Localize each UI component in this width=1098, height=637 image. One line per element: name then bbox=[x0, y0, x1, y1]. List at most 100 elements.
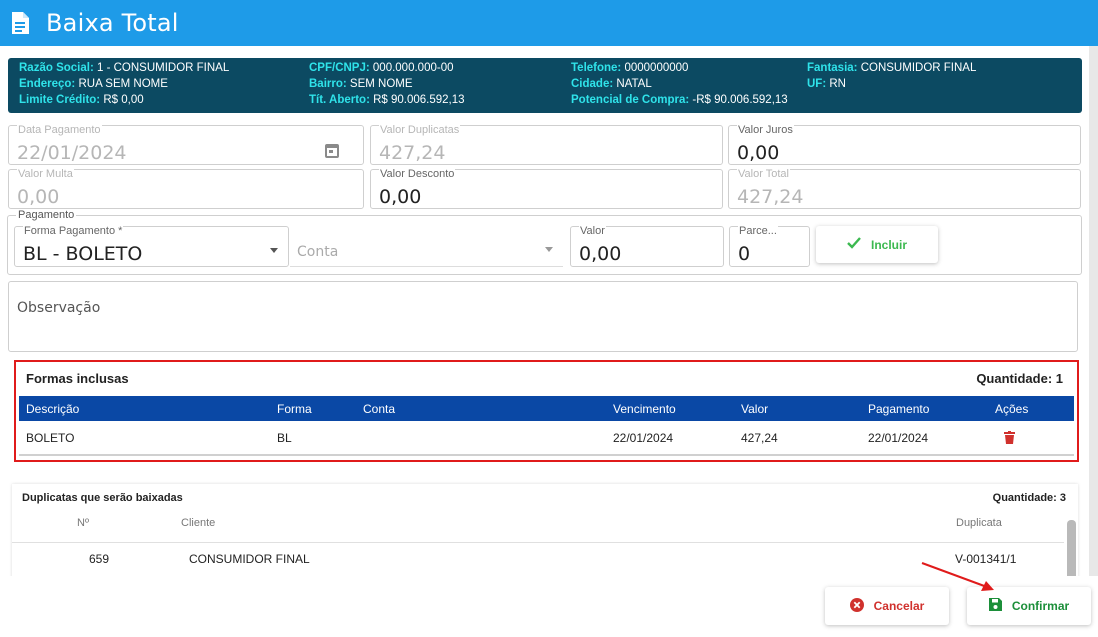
pagamento-group: Pagamento Forma Pagamento * BL - BOLETO … bbox=[7, 209, 1082, 275]
fantasia-label: Fantasia: bbox=[807, 62, 858, 74]
trash-icon[interactable] bbox=[1004, 431, 1015, 444]
cancelar-label: Cancelar bbox=[873, 599, 925, 613]
cidade-label: Cidade: bbox=[571, 78, 614, 90]
valor-desconto-field[interactable]: Valor Desconto 0,00 bbox=[370, 169, 723, 209]
limite-value: R$ 0,00 bbox=[103, 94, 144, 106]
row-forma: BL bbox=[277, 431, 292, 445]
valor-total-value: 427,24 bbox=[737, 186, 804, 208]
row-pagamento: 22/01/2024 bbox=[868, 431, 929, 445]
forma-pagamento-value: BL - BOLETO bbox=[23, 243, 143, 265]
razao-social-value: 1 - CONSUMIDOR FINAL bbox=[96, 62, 230, 74]
valor-duplicatas-label: Valor Duplicatas bbox=[379, 124, 461, 136]
parcelas-label: Parce... bbox=[738, 225, 778, 237]
potencial-value: -R$ 90.006.592,13 bbox=[692, 94, 788, 106]
valor-pagamento-value: 0,00 bbox=[579, 243, 622, 265]
document-icon bbox=[10, 11, 30, 35]
valor-total-field: Valor Total 427,24 bbox=[728, 169, 1081, 209]
observacao-textarea[interactable]: Observação bbox=[8, 281, 1078, 352]
valor-pagamento-field[interactable]: Valor 0,00 bbox=[570, 226, 724, 267]
conta-placeholder: Conta bbox=[297, 244, 339, 260]
valor-duplicatas-field: Valor Duplicatas 427,24 bbox=[370, 125, 723, 165]
confirmar-label: Confirmar bbox=[1011, 599, 1070, 613]
potencial-label: Potencial de Compra: bbox=[571, 94, 690, 106]
formas-inclusas-section: Formas inclusas Quantidade: 1 Descrição … bbox=[14, 360, 1079, 462]
endereco-label: Endereço: bbox=[19, 78, 76, 90]
page-scrollbar-track[interactable] bbox=[1089, 46, 1098, 576]
valor-desconto-value: 0,00 bbox=[379, 186, 422, 208]
formas-inclusas-quantity: Quantidade: 1 bbox=[976, 371, 1063, 386]
tft-value: R$ 90.006.592,13 bbox=[373, 94, 465, 106]
client-info-banner: Razão Social: 1 - CONSUMIDOR FINAL Ender… bbox=[8, 58, 1082, 113]
incluir-button[interactable]: Incluir bbox=[816, 226, 938, 263]
bairro: Bairro: SEM NOME bbox=[309, 78, 413, 90]
data-pagamento-field[interactable]: Data Pagamento 22/01/2024 bbox=[8, 125, 364, 165]
col-pagamento: Pagamento bbox=[868, 402, 930, 416]
cpf-value: 000.000.000-00 bbox=[372, 62, 454, 74]
formas-inclusas-title: Formas inclusas bbox=[26, 371, 129, 386]
cidade: Cidade: NATAL bbox=[571, 78, 652, 90]
incluir-label: Incluir bbox=[870, 237, 907, 252]
forma-pagamento-select[interactable]: Forma Pagamento * BL - BOLETO bbox=[14, 226, 289, 267]
conta-select[interactable]: Conta bbox=[290, 226, 563, 267]
col-conta: Conta bbox=[363, 402, 396, 416]
razao-social-label: Razão Social: bbox=[19, 62, 94, 74]
col-cliente: Cliente bbox=[181, 517, 216, 529]
cpf-cnpj: CPF/CNPJ: 000.000.000-00 bbox=[309, 62, 453, 74]
col-acoes: Ações bbox=[995, 402, 1029, 416]
cpf-label: CPF/CNPJ: bbox=[309, 62, 370, 74]
telefone-value: 0000000000 bbox=[624, 62, 689, 74]
valor-duplicatas-value: 427,24 bbox=[379, 142, 446, 164]
forma-pagamento-label: Forma Pagamento * bbox=[23, 225, 124, 237]
col-forma: Forma bbox=[277, 402, 312, 416]
uf-label: UF: bbox=[807, 78, 827, 90]
cancel-icon bbox=[849, 597, 864, 615]
bairro-label: Bairro: bbox=[309, 78, 347, 90]
col-numero: Nº bbox=[77, 517, 89, 529]
endereco-value: RUA SEM NOME bbox=[78, 78, 168, 90]
col-vencimento: Vencimento bbox=[613, 402, 676, 416]
valor-juros-label: Valor Juros bbox=[737, 124, 794, 136]
data-pagamento-label: Data Pagamento bbox=[17, 124, 102, 136]
divider bbox=[12, 542, 1064, 543]
valor-multa-field: Valor Multa 0,00 bbox=[8, 169, 364, 209]
fantasia-value: CONSUMIDOR FINAL bbox=[860, 62, 977, 74]
titulo-aberto: Tít. Aberto: R$ 90.006.592,13 bbox=[309, 94, 465, 106]
duplicatas-title: Duplicatas que serão baixadas bbox=[22, 492, 183, 504]
dialog-body: Razão Social: 1 - CONSUMIDOR FINAL Ender… bbox=[0, 46, 1089, 576]
valor-desconto-label: Valor Desconto bbox=[379, 168, 456, 180]
chevron-down-icon bbox=[270, 248, 278, 253]
uf: UF: RN bbox=[807, 78, 846, 90]
formas-table-header: Descrição Forma Conta Vencimento Valor P… bbox=[19, 396, 1074, 421]
calendar-icon[interactable] bbox=[325, 144, 339, 158]
parcelas-value: 0 bbox=[738, 243, 751, 265]
chevron-down-icon bbox=[545, 247, 553, 252]
save-icon bbox=[988, 598, 1002, 614]
valor-multa-value: 0,00 bbox=[17, 186, 60, 208]
tft-label: Tít. Aberto: bbox=[309, 94, 370, 106]
check-icon bbox=[847, 237, 861, 252]
annotation-arrow bbox=[921, 562, 994, 591]
telefone-label: Telefone: bbox=[571, 62, 622, 74]
scrollbar[interactable] bbox=[1067, 520, 1076, 576]
row-valor: 427,24 bbox=[741, 431, 778, 445]
title-bar: Baixa Total bbox=[0, 0, 1098, 46]
valor-juros-value: 0,00 bbox=[737, 142, 780, 164]
col-descricao: Descrição bbox=[26, 402, 80, 416]
row-vencimento: 22/01/2024 bbox=[613, 431, 674, 445]
telefone: Telefone: 0000000000 bbox=[571, 62, 688, 74]
observacao-placeholder: Observação bbox=[17, 300, 101, 316]
parcelas-field[interactable]: Parce... 0 bbox=[729, 226, 810, 267]
col-valor: Valor bbox=[741, 402, 769, 416]
duplicatas-quantity: Quantidade: 3 bbox=[992, 492, 1066, 504]
endereco: Endereço: RUA SEM NOME bbox=[19, 78, 168, 90]
data-pagamento-value: 22/01/2024 bbox=[17, 142, 127, 164]
valor-multa-label: Valor Multa bbox=[17, 168, 74, 180]
cidade-value: NATAL bbox=[616, 78, 652, 90]
bairro-value: SEM NOME bbox=[349, 78, 413, 90]
valor-total-label: Valor Total bbox=[737, 168, 790, 180]
fantasia: Fantasia: CONSUMIDOR FINAL bbox=[807, 62, 976, 74]
dialog-title: Baixa Total bbox=[46, 9, 179, 37]
col-duplicata: Duplicata bbox=[956, 517, 1002, 529]
valor-juros-field[interactable]: Valor Juros 0,00 bbox=[728, 125, 1081, 165]
dup-cliente: CONSUMIDOR FINAL bbox=[189, 552, 310, 566]
